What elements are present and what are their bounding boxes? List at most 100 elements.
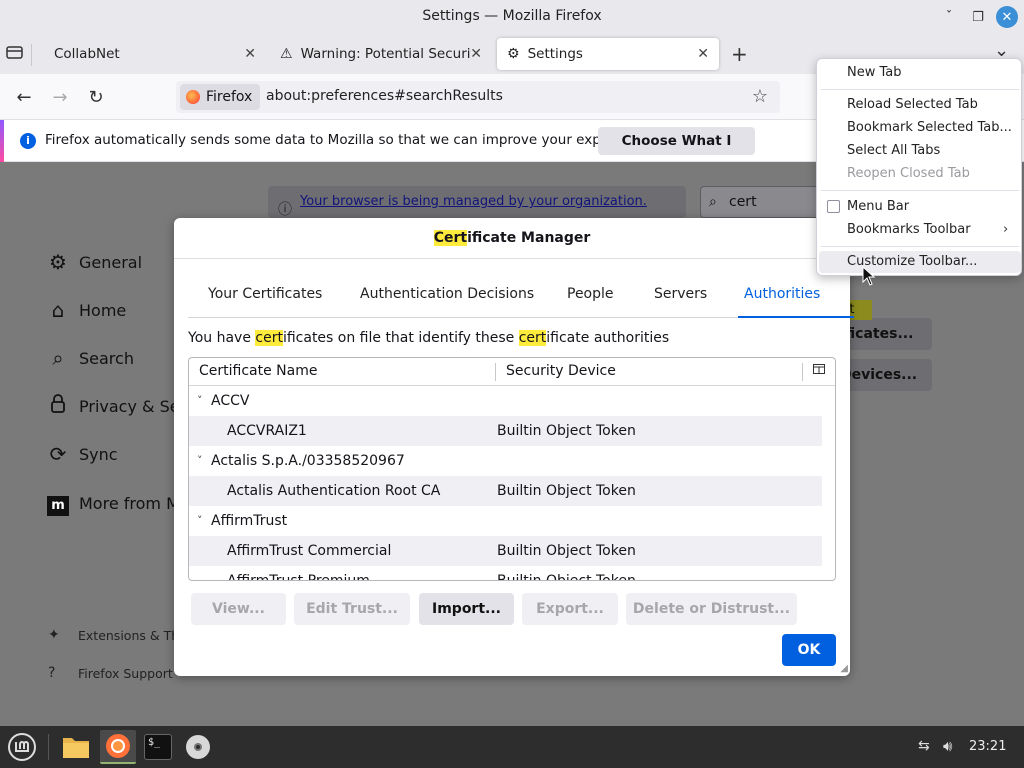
sidebar-item-general[interactable]: ⚙ General bbox=[46, 250, 142, 274]
import-button[interactable]: Import... bbox=[419, 593, 514, 625]
tree-group-row[interactable]: ˅ AffirmTrust bbox=[189, 506, 822, 536]
menu-separator bbox=[821, 190, 1019, 191]
tree-cert-row[interactable]: AffirmTrust Premium Builtin Object Token bbox=[189, 566, 822, 580]
tree-header: Certificate Name Security Device bbox=[189, 358, 835, 386]
choose-what-i-share-button[interactable]: Choose What I Share bbox=[598, 127, 755, 177]
dialog-title: Certificate Manager bbox=[433, 230, 591, 246]
tab-settings[interactable]: ⚙ Settings ✕ bbox=[497, 38, 719, 70]
identity-label: Firefox bbox=[206, 89, 253, 105]
managed-notice: ⓘ Your browser is being managed by your … bbox=[268, 186, 686, 218]
tree-cert-row[interactable]: ACCVRAIZ1 Builtin Object Token bbox=[189, 416, 822, 446]
tab-collabnet[interactable]: CollabNet ✕ bbox=[44, 38, 266, 70]
network-icon[interactable]: ⇆ bbox=[918, 738, 930, 754]
tab-context-menu: New Tab Reload Selected Tab Bookmark Sel… bbox=[816, 58, 1022, 276]
new-tab-button[interactable]: + bbox=[731, 42, 748, 66]
maximize-button[interactable]: ❐ bbox=[967, 6, 989, 28]
tree-cert-row[interactable]: AffirmTrust Commercial Builtin Object To… bbox=[189, 536, 822, 566]
menu-icon[interactable] bbox=[4, 730, 40, 764]
info-icon: i bbox=[20, 133, 36, 149]
menu-item-reopen-closed-tab: Reopen Closed Tab bbox=[847, 166, 970, 181]
close-tab-icon[interactable]: ✕ bbox=[697, 46, 709, 62]
delete-or-distrust-button[interactable]: Delete or Distrust... bbox=[626, 593, 797, 625]
certificate-tree[interactable]: Certificate Name Security Device ˅ ACCV … bbox=[188, 357, 836, 581]
column-picker-icon[interactable] bbox=[813, 363, 825, 377]
chevron-down-icon[interactable]: ˅ bbox=[197, 506, 203, 536]
managed-link[interactable]: Your browser is being managed by your or… bbox=[300, 194, 647, 209]
sidebar-item-sync[interactable]: ⟳ Sync bbox=[46, 442, 118, 466]
menu-separator bbox=[821, 246, 1019, 247]
tab-your-certificates[interactable]: Your Certificates bbox=[208, 286, 322, 302]
menu-item-bookmarks-toolbar[interactable]: Bookmarks Toolbar bbox=[847, 222, 971, 237]
edit-trust-button[interactable]: Edit Trust... bbox=[294, 593, 410, 625]
clock[interactable]: 23:21 bbox=[969, 739, 1006, 754]
security-devices-button[interactable]: Devices... bbox=[836, 359, 932, 391]
identity-box[interactable]: Firefox bbox=[180, 84, 261, 110]
files-icon[interactable] bbox=[58, 730, 94, 764]
sync-icon: ⟳ bbox=[49, 442, 67, 466]
terminal-icon[interactable]: $_ bbox=[140, 730, 176, 764]
divider bbox=[174, 258, 850, 259]
close-tab-icon[interactable]: ✕ bbox=[470, 46, 482, 62]
back-button[interactable]: ← bbox=[12, 85, 36, 109]
sidebar-item-support[interactable]: ? Firefox Support bbox=[48, 665, 173, 681]
certificate-manager-dialog: Certificate Manager Your Certificates Au… bbox=[174, 218, 854, 676]
firefox-icon bbox=[186, 90, 200, 104]
url-bar[interactable]: Firefox about:preferences#searchResults … bbox=[176, 81, 780, 113]
firefox-icon[interactable] bbox=[100, 730, 136, 764]
export-button[interactable]: Export... bbox=[522, 593, 618, 625]
sidebar-item-home[interactable]: ⌂ Home bbox=[46, 298, 127, 322]
tab-authorities[interactable]: Authorities bbox=[744, 286, 820, 302]
help-icon: ? bbox=[48, 665, 56, 681]
ok-button[interactable]: OK bbox=[782, 634, 836, 666]
disc-icon[interactable] bbox=[180, 730, 216, 764]
view-button[interactable]: View... bbox=[191, 593, 286, 625]
column-security-device[interactable]: Security Device bbox=[506, 363, 616, 379]
menu-item-menu-bar[interactable]: Menu Bar bbox=[847, 199, 909, 214]
title-bar: Settings — Mozilla Firefox ˇ ❐ ✕ bbox=[0, 0, 1024, 34]
column-certificate-name[interactable]: Certificate Name bbox=[199, 363, 317, 379]
close-window-button[interactable]: ✕ bbox=[996, 6, 1018, 28]
url-text[interactable]: about:preferences#searchResults bbox=[266, 88, 503, 104]
mouse-cursor-icon bbox=[862, 266, 876, 286]
sidebar-item-search[interactable]: ⌕ Search bbox=[46, 346, 134, 370]
puzzle-icon: ✦ bbox=[48, 627, 60, 643]
sidebar-item-more-from-mozilla[interactable]: m More from M bbox=[46, 490, 180, 516]
chevron-down-icon[interactable]: ˅ bbox=[197, 386, 203, 416]
tab-people[interactable]: People bbox=[567, 286, 614, 302]
firefox-view-icon[interactable] bbox=[6, 44, 32, 66]
taskbar-separator bbox=[48, 734, 49, 760]
reload-button[interactable]: ↻ bbox=[84, 85, 108, 109]
sidebar-item-label: Firefox Support bbox=[78, 665, 173, 681]
sidebar-item-label: General bbox=[79, 252, 143, 272]
tab-servers[interactable]: Servers bbox=[654, 286, 707, 302]
sidebar-item-extensions[interactable]: ✦ Extensions & Th bbox=[48, 627, 179, 643]
tree-group-row[interactable]: ˅ ACCV bbox=[189, 386, 822, 416]
search-icon: ⌕ bbox=[709, 194, 717, 210]
tree-cert-row[interactable]: Actalis Authentication Root CA Builtin O… bbox=[189, 476, 822, 506]
menu-item-bookmark-selected-tab[interactable]: Bookmark Selected Tab... bbox=[847, 120, 1012, 135]
chevron-down-icon[interactable]: ˅ bbox=[197, 446, 203, 476]
forward-button[interactable]: → bbox=[48, 85, 72, 109]
search-value: cert bbox=[729, 194, 757, 210]
tree-group-row[interactable]: ˅ Actalis S.p.A./03358520967 bbox=[189, 446, 822, 476]
menu-item-reload-selected-tab[interactable]: Reload Selected Tab bbox=[847, 97, 978, 112]
menu-bar-checkbox[interactable] bbox=[827, 200, 840, 213]
chevron-right-icon: › bbox=[1003, 222, 1009, 237]
tab-security-warning[interactable]: ⚠ Warning: Potential Security ✕ bbox=[270, 38, 492, 70]
view-certificates-button[interactable]: ificates... bbox=[836, 318, 932, 350]
close-tab-icon[interactable]: ✕ bbox=[244, 46, 256, 62]
minimize-button[interactable]: ˇ bbox=[938, 6, 960, 28]
volume-icon[interactable]: 🔊︎ bbox=[943, 737, 952, 755]
tab-label: CollabNet bbox=[54, 46, 120, 62]
settings-search-input[interactable]: ⌕ cert bbox=[700, 186, 830, 218]
sidebar-item-label: Home bbox=[79, 300, 127, 320]
menu-item-new-tab[interactable]: New Tab bbox=[847, 65, 902, 80]
notification-accent bbox=[0, 120, 4, 162]
gear-icon: ⚙ bbox=[49, 250, 67, 274]
resize-grip-icon[interactable]: ◢ bbox=[840, 663, 848, 674]
menu-item-select-all-tabs[interactable]: Select All Tabs bbox=[847, 143, 940, 158]
tab-authentication-decisions[interactable]: Authentication Decisions bbox=[360, 286, 534, 302]
active-tab-indicator bbox=[738, 316, 854, 318]
bookmark-star-icon[interactable]: ☆ bbox=[752, 86, 768, 107]
tab-label: Warning: Potential Security bbox=[300, 46, 471, 62]
